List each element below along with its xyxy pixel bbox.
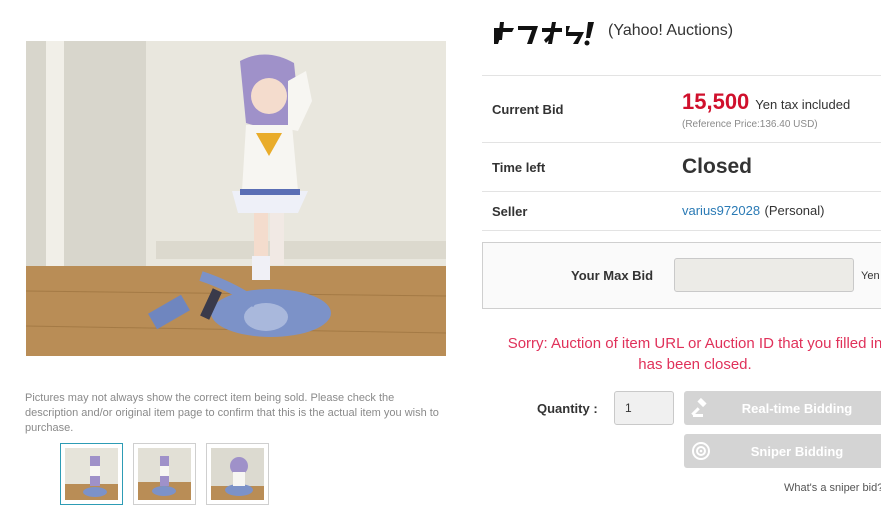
- auction-info-table: Current Bid 15,500 Yen tax included (Ref…: [482, 75, 881, 231]
- thumbnail-2[interactable]: [133, 443, 196, 505]
- current-bid-row: Current Bid 15,500 Yen tax included (Ref…: [482, 76, 881, 143]
- gavel-icon: [684, 398, 718, 418]
- max-bid-unit: Yen: [861, 270, 880, 282]
- thumbnail-image: [65, 448, 118, 500]
- main-item-photo[interactable]: [26, 41, 446, 356]
- realtime-bidding-button[interactable]: Real-time Bidding: [684, 391, 881, 425]
- realtime-bidding-label: Real-time Bidding: [741, 400, 853, 416]
- thumbnail-image: [211, 448, 264, 500]
- seller-value: varius972028 (Personal): [682, 202, 881, 220]
- current-bid-price: 15,500: [682, 88, 750, 114]
- auction-closed-error: Sorry: Auction of item URL or Auction ID…: [507, 335, 881, 373]
- quantity-input[interactable]: [614, 391, 674, 425]
- time-left-label: Time left: [492, 159, 546, 175]
- current-bid-label: Current Bid: [492, 101, 564, 117]
- time-left-row: Time left Closed: [482, 143, 881, 192]
- yahoo-auctions-logo: [492, 18, 602, 48]
- thumbnail-1[interactable]: [60, 443, 123, 505]
- price-unit: Yen tax included: [755, 96, 851, 112]
- thumbnail-strip: [60, 443, 269, 505]
- seller-row: Seller varius972028 (Personal): [482, 192, 881, 231]
- current-bid-value: 15,500 Yen tax included (Reference Price…: [682, 89, 881, 130]
- seller-type: (Personal): [764, 203, 825, 218]
- sniper-bidding-button[interactable]: Sniper Bidding: [684, 434, 881, 468]
- site-name: (Yahoo! Auctions): [608, 22, 734, 39]
- seller-link[interactable]: varius972028: [682, 203, 760, 218]
- max-bid-panel: Your Max Bid Yen: [482, 242, 881, 309]
- time-left-value: Closed: [682, 155, 753, 178]
- quantity-label: Quantity :: [537, 401, 598, 416]
- sniper-help-link[interactable]: What's a sniper bid?: [784, 482, 881, 494]
- thumbnail-image: [138, 448, 191, 500]
- max-bid-label: Your Max Bid: [571, 268, 654, 283]
- reference-price: (Reference Price:136.40 USD): [682, 118, 818, 130]
- sniper-bidding-label: Sniper Bidding: [750, 443, 844, 459]
- price-line: 15,500 Yen tax included: [682, 89, 881, 115]
- target-icon: [684, 441, 718, 461]
- max-bid-input[interactable]: [674, 258, 854, 292]
- thumbnail-3[interactable]: [206, 443, 269, 505]
- seller-label: Seller: [492, 203, 528, 219]
- photo-disclaimer: Pictures may not always show the correct…: [25, 392, 439, 434]
